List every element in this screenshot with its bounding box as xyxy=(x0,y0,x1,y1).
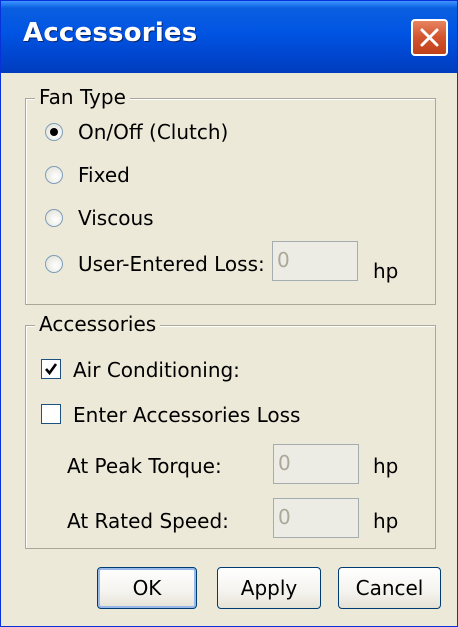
user-entered-loss-unit: hp xyxy=(373,259,399,283)
title-bar[interactable]: Accessories xyxy=(1,1,457,73)
ok-button[interactable]: OK xyxy=(97,567,197,609)
air-conditioning-label[interactable]: Air Conditioning: xyxy=(73,358,240,382)
fan-type-group-label: Fan Type xyxy=(35,85,130,109)
apply-button[interactable]: Apply xyxy=(217,567,321,609)
rated-speed-label: At Rated Speed: xyxy=(67,509,229,533)
close-icon xyxy=(420,28,439,47)
accessories-group-label: Accessories xyxy=(35,312,161,336)
fan-type-on-off-radio[interactable] xyxy=(45,123,63,141)
fan-type-user-entered-radio[interactable] xyxy=(45,255,63,273)
close-button[interactable] xyxy=(411,19,448,56)
checkmark-icon xyxy=(45,363,58,376)
enter-accessories-loss-checkbox[interactable] xyxy=(41,404,61,424)
rated-speed-unit: hp xyxy=(373,509,399,533)
user-entered-loss-field[interactable]: 0 xyxy=(272,241,358,281)
cancel-button[interactable]: Cancel xyxy=(338,567,441,609)
rated-speed-field[interactable]: 0 xyxy=(273,498,359,538)
fan-type-fixed-label[interactable]: Fixed xyxy=(78,163,130,187)
peak-torque-label: At Peak Torque: xyxy=(67,454,222,478)
peak-torque-field[interactable]: 0 xyxy=(273,444,359,484)
air-conditioning-checkbox[interactable] xyxy=(41,359,61,379)
peak-torque-unit: hp xyxy=(373,454,399,478)
fan-type-fixed-radio[interactable] xyxy=(45,166,63,184)
fan-type-user-entered-label[interactable]: User-Entered Loss: xyxy=(78,252,265,276)
accessories-dialog: Accessories Fan Type On/Off (Clutch) Fix… xyxy=(0,0,458,627)
fan-type-viscous-label[interactable]: Viscous xyxy=(78,206,154,230)
window-title: Accessories xyxy=(23,18,198,48)
fan-type-on-off-label[interactable]: On/Off (Clutch) xyxy=(78,120,228,144)
enter-accessories-loss-label[interactable]: Enter Accessories Loss xyxy=(73,403,300,427)
fan-type-viscous-radio[interactable] xyxy=(45,209,63,227)
